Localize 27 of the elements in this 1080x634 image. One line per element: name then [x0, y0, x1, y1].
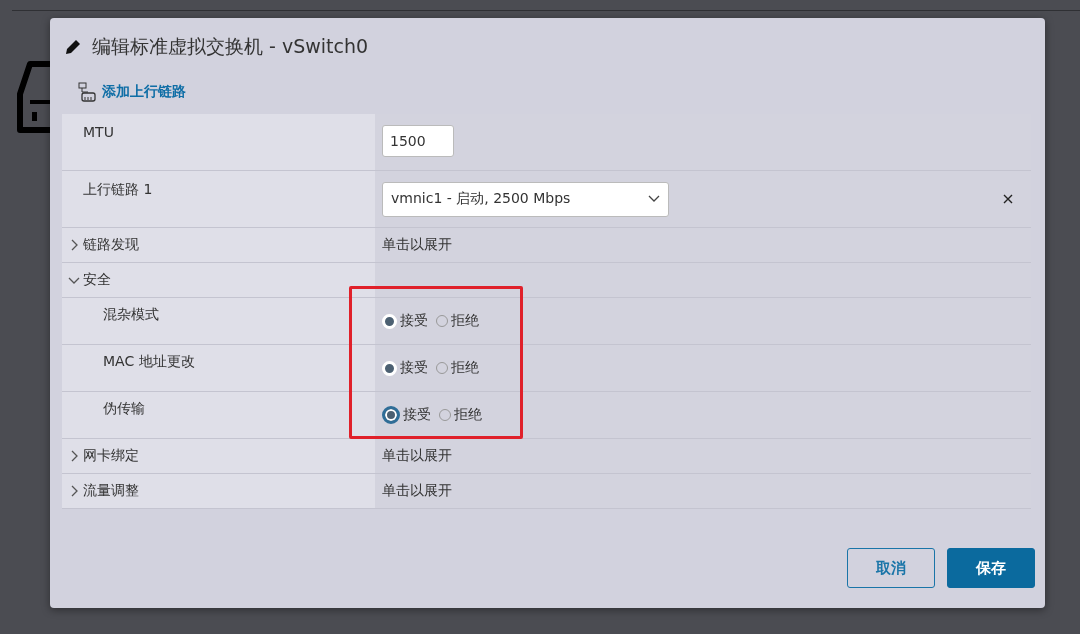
pencil-icon — [64, 38, 82, 56]
radio-option[interactable]: 接受 — [382, 359, 428, 377]
expand-hint: 单击以展开 — [382, 447, 452, 465]
save-button[interactable]: 保存 — [947, 548, 1035, 588]
section-toggle[interactable]: 流量调整 — [68, 482, 139, 500]
radio-option[interactable]: 拒绝 — [436, 359, 479, 377]
uplink-dropdown[interactable]: vmnic1 - 启动, 2500 Mbps — [382, 181, 669, 217]
expand-hint: 单击以展开 — [382, 236, 452, 254]
radio-option[interactable]: 接受 — [382, 406, 431, 424]
dialog-title: 编辑标准虚拟交换机 - vSwitch0 — [92, 34, 369, 59]
mtu-input[interactable]: 1500 — [382, 125, 454, 157]
setting-label: 混杂模式 — [103, 306, 159, 324]
field-label: 上行链路 1 — [83, 181, 153, 199]
caret-icon — [648, 195, 660, 203]
network-adapter-icon — [78, 82, 96, 102]
section-toggle[interactable]: 网卡绑定 — [68, 447, 139, 465]
section-toggle[interactable]: 安全 — [68, 271, 111, 289]
add-uplink-link[interactable]: 添加上行链路 — [78, 82, 186, 102]
radio-option[interactable]: 接受 — [382, 312, 428, 330]
field-label: MTU — [83, 124, 114, 142]
expand-hint: 单击以展开 — [382, 482, 452, 500]
radio-option[interactable]: 拒绝 — [439, 406, 482, 424]
section-toggle[interactable]: 链路发现 — [68, 236, 139, 254]
setting-label: MAC 地址更改 — [103, 353, 195, 371]
radio-option[interactable]: 拒绝 — [436, 312, 479, 330]
setting-label: 伪传输 — [103, 400, 145, 418]
close-icon — [1003, 194, 1013, 204]
